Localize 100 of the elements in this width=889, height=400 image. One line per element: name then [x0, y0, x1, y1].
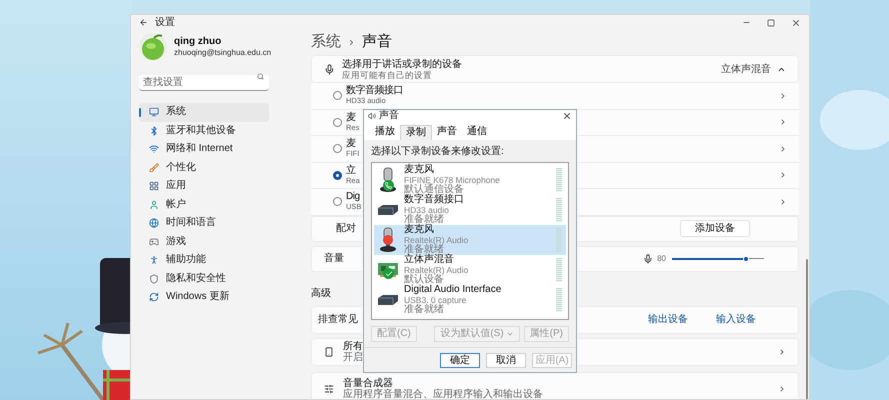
sidebar-item[interactable]: Windows 更新	[139, 288, 269, 306]
section-subtitle: 应用可能有自己的设置	[342, 70, 433, 80]
device-item[interactable]: 立体声混音 Realtek(R) Audio 默认设备	[374, 255, 566, 285]
chevron-icon	[778, 384, 786, 392]
sidebar-label: Windows 更新	[166, 291, 230, 304]
sidebar-label: 个性化	[166, 162, 196, 174]
chevron-icon	[778, 348, 786, 356]
row-title: 所有	[343, 340, 363, 352]
row-title: 音量合成器	[343, 378, 394, 388]
scrollbar[interactable]	[806, 259, 808, 399]
section-heading: 高级	[311, 286, 331, 300]
search-icon[interactable]	[257, 73, 264, 80]
sidebar-item[interactable]: 时间和语言	[139, 214, 269, 232]
device-item[interactable]: Digital Audio Interface USB3. 0 capture 准备就绪	[374, 285, 566, 315]
device-name: 麦	[346, 138, 356, 150]
sidebar-item[interactable]: 游戏	[139, 232, 269, 251]
sidebar-label: 系统	[166, 106, 186, 118]
sidebar-item[interactable]: 个性化	[139, 158, 269, 177]
device-detail: Realtek(R) Audio	[404, 265, 468, 275]
chevron-icon	[347, 38, 356, 46]
sliders-icon	[324, 384, 334, 394]
level-meter-icon	[556, 288, 562, 312]
device-icon	[324, 346, 334, 356]
device-name: 麦克风	[404, 225, 435, 235]
dialog-button[interactable]: 确定	[440, 353, 480, 368]
sidebar-label: 隐私和安全性	[166, 272, 226, 285]
device-name: 立体声混音	[404, 255, 455, 265]
device-name: Dig	[346, 191, 361, 202]
radio-button[interactable]	[333, 170, 342, 180]
row-subtitle: 应用程序音量混合、应用程序输入和输出设备	[343, 388, 543, 399]
sidebar-item[interactable]: 系统	[139, 103, 269, 122]
sidebar-item[interactable]: 蓝牙和其他设备	[139, 122, 269, 140]
speaker-icon	[368, 112, 376, 120]
device-detail: FIFINE K678 Microphone	[404, 175, 500, 185]
close-icon[interactable]	[791, 18, 801, 28]
sidebar-item[interactable]: 应用	[139, 177, 269, 196]
back-icon[interactable]	[139, 18, 148, 27]
monitor-icon	[149, 107, 159, 118]
audio-box-icon	[377, 294, 399, 306]
breadcrumb-parent[interactable]: 系统	[311, 30, 341, 54]
sidebar-item[interactable]: 网络和 Internet	[139, 140, 269, 158]
radio-button[interactable]	[333, 118, 342, 127]
search-field[interactable]: 查找设置	[139, 75, 269, 91]
maximize-icon[interactable]	[767, 18, 775, 26]
level-meter-icon	[556, 228, 562, 252]
device-item[interactable]: 数字音频接口 HD33 audio 准备就绪	[374, 195, 566, 225]
sidebar-item[interactable]: 帐户	[139, 196, 269, 214]
shield-icon	[149, 274, 159, 284]
microphone-icon	[324, 64, 335, 74]
sidebar-label: 蓝牙和其他设备	[166, 124, 236, 137]
pair-label: 配对	[336, 222, 356, 236]
device-name: Digital Audio Interface	[404, 285, 502, 295]
device-detail: Realtek(R) Audio	[404, 235, 468, 245]
apps-icon	[149, 181, 159, 192]
sidebar-item[interactable]: 隐私和安全性	[139, 270, 269, 288]
sidebar-item[interactable]: 辅助功能	[139, 251, 269, 270]
row-subtitle: 开启	[343, 352, 363, 362]
selected-device-value: 立体声混音	[721, 62, 771, 76]
sidebar-label: 应用	[166, 180, 186, 192]
volume-label: 音量	[324, 252, 344, 266]
update-icon	[149, 292, 159, 302]
chevron-icon	[779, 198, 787, 206]
dialog-prompt: 选择以下录制设备来修改设置:	[371, 146, 505, 158]
add-device-button[interactable]: 添加设备	[680, 220, 750, 237]
close-icon[interactable]	[562, 111, 572, 121]
microphone-icon	[643, 254, 654, 264]
device-status: 默认通信设备	[404, 185, 464, 195]
user-name: qing zhuo	[174, 36, 222, 48]
device-item[interactable]: 麦克风 Realtek(R) Audio 准备就绪	[374, 225, 566, 255]
globe-icon	[149, 218, 159, 228]
gamepad-icon	[149, 236, 159, 247]
radio-button[interactable]	[333, 197, 342, 206]
volume-slider[interactable]	[672, 254, 764, 262]
radio-button[interactable]	[333, 91, 342, 100]
dialog-tab[interactable]: 录制	[400, 125, 432, 140]
device-status: 准备就绪	[404, 305, 444, 315]
level-meter-icon	[556, 198, 562, 222]
chevron-icon	[779, 118, 787, 126]
sidebar-label: 帐户	[166, 198, 186, 211]
chevron-icon	[779, 171, 787, 180]
device-name: 数字音频接口	[346, 85, 403, 96]
device-detail: HD33 audio	[404, 205, 450, 215]
dialog-button[interactable]: 取消	[486, 353, 526, 368]
chevron-icon	[779, 144, 787, 153]
sidebar-label: 时间和语言	[166, 217, 216, 230]
level-meter-icon	[556, 168, 562, 192]
page-title: 声音	[362, 32, 392, 52]
device-status: 默认设备	[404, 275, 444, 285]
window-title: 设置	[155, 16, 175, 30]
accessibility-icon	[149, 255, 159, 266]
device-name: 麦克风	[404, 165, 435, 175]
bluetooth-icon	[149, 126, 159, 136]
radio-button[interactable]	[333, 144, 342, 154]
device-name: 麦	[346, 112, 356, 123]
device-item[interactable]: 麦克风 FIFINE K678 Microphone 默认通信设备	[374, 165, 566, 195]
sidebar-label: 网络和 Internet	[166, 143, 233, 156]
link[interactable]: 输出设备	[648, 312, 688, 327]
device-status: 准备就绪	[404, 215, 445, 225]
volume-reading: 80	[657, 252, 666, 264]
link[interactable]: 输入设备	[716, 312, 756, 327]
